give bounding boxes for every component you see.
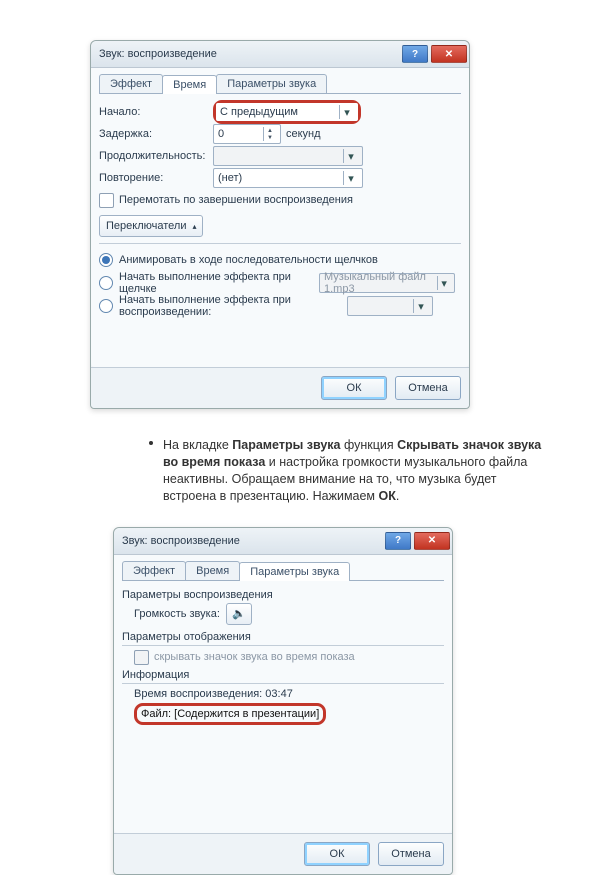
on-click-combo: Музыкальный файл 1.mp3 ▾: [319, 273, 455, 293]
radio-seq-clicks-label: Анимировать в ходе последовательности ще…: [119, 254, 461, 266]
dialog-title: Звук: воспроизведение: [122, 535, 382, 547]
duration-label: Продолжительность:: [99, 150, 213, 162]
ok-button[interactable]: ОК: [304, 842, 370, 866]
file-line: Файл: [Содержится в презентации]: [134, 703, 444, 725]
rewind-label: Перемотать по завершении воспроизведения: [119, 194, 353, 206]
close-button[interactable]: ✕: [431, 45, 467, 63]
hide-icon-label: скрывать значок звука во время показа: [154, 651, 355, 663]
chevron-down-icon: ▾: [343, 171, 358, 185]
speaker-icon: 🔈: [232, 607, 246, 620]
chevron-down-icon: ▾: [413, 299, 428, 313]
close-button[interactable]: ✕: [414, 532, 450, 550]
radio-on-click-label: Начать выполнение эффекта при щелчке: [119, 271, 319, 295]
chevron-down-icon: ▾: [339, 105, 354, 119]
tab-sound-params[interactable]: Параметры звука: [239, 562, 350, 581]
chevron-down-icon: ▾: [343, 149, 358, 163]
tab-effect[interactable]: Эффект: [122, 561, 186, 580]
instruction-paragraph: На вкладке Параметры звука функция Скрыв…: [45, 437, 550, 505]
dialog-title: Звук: воспроизведение: [99, 48, 399, 60]
titlebar[interactable]: Звук: воспроизведение ? ✕: [91, 41, 469, 68]
repeat-combo[interactable]: (нет) ▾: [213, 168, 363, 188]
switches-label: Переключатели: [106, 220, 186, 232]
radio-on-click[interactable]: [99, 276, 113, 290]
highlight-file: Файл: [Содержится в презентации]: [134, 703, 326, 725]
tab-effect[interactable]: Эффект: [99, 74, 163, 93]
tab-sound-params[interactable]: Параметры звука: [216, 74, 327, 93]
group-display: Параметры отображения: [122, 631, 444, 643]
repeat-label: Повторение:: [99, 172, 213, 184]
dialog-sound-time: Звук: воспроизведение ? ✕ Эффект Время П…: [90, 40, 470, 409]
dialog-body: Эффект Время Параметры звука Начало: С п…: [91, 68, 469, 367]
delay-value: 0: [218, 128, 224, 140]
radio-seq-clicks[interactable]: [99, 253, 113, 267]
rewind-checkbox[interactable]: [99, 193, 114, 208]
group-playback: Параметры воспроизведения: [122, 589, 444, 601]
hide-icon-checkbox: [134, 650, 149, 665]
dialog-body: Эффект Время Параметры звука Параметры в…: [114, 555, 452, 833]
highlight-start: С предыдущим ▾: [213, 100, 361, 124]
dialog-footer: ОК Отмена: [114, 833, 452, 874]
chevron-down-icon: ▾: [437, 276, 450, 290]
help-button[interactable]: ?: [385, 532, 411, 550]
delay-unit: секунд: [286, 128, 321, 140]
volume-button: 🔈: [226, 603, 252, 625]
radio-on-play[interactable]: [99, 299, 113, 313]
delay-label: Задержка:: [99, 128, 213, 140]
titlebar[interactable]: Звук: воспроизведение ? ✕: [114, 528, 452, 555]
repeat-combo-value: (нет): [218, 172, 242, 184]
start-combo[interactable]: С предыдущим ▾: [216, 103, 358, 121]
ok-button[interactable]: ОК: [321, 376, 387, 400]
start-label: Начало:: [99, 106, 213, 118]
tab-time[interactable]: Время: [162, 75, 217, 94]
duration-combo: ▾: [213, 146, 363, 166]
cancel-button[interactable]: Отмена: [378, 842, 444, 866]
tab-time[interactable]: Время: [185, 561, 240, 580]
volume-label: Громкость звука:: [134, 608, 220, 620]
help-button[interactable]: ?: [402, 45, 428, 63]
dialog-footer: ОК Отмена: [91, 367, 469, 408]
tab-strip: Эффект Время Параметры звука: [122, 561, 444, 581]
switches-button[interactable]: Переключатели ▴: [99, 215, 203, 237]
radio-on-play-label: Начать выполнение эффекта при воспроизве…: [119, 294, 347, 318]
on-play-combo: ▾: [347, 296, 433, 316]
chevron-up-icon: ▴: [192, 222, 196, 231]
bullet-icon: [149, 441, 153, 445]
dialog-sound-params: Звук: воспроизведение ? ✕ Эффект Время П…: [113, 527, 453, 875]
group-info: Информация: [122, 669, 444, 681]
cancel-button[interactable]: Отмена: [395, 376, 461, 400]
duration-line: Время воспроизведения: 03:47: [134, 688, 444, 700]
start-combo-value: С предыдущим: [220, 106, 298, 118]
tab-strip: Эффект Время Параметры звука: [99, 74, 461, 94]
delay-spinner[interactable]: 0 ▲▼: [213, 124, 281, 144]
on-click-combo-value: Музыкальный файл 1.mp3: [324, 271, 437, 295]
